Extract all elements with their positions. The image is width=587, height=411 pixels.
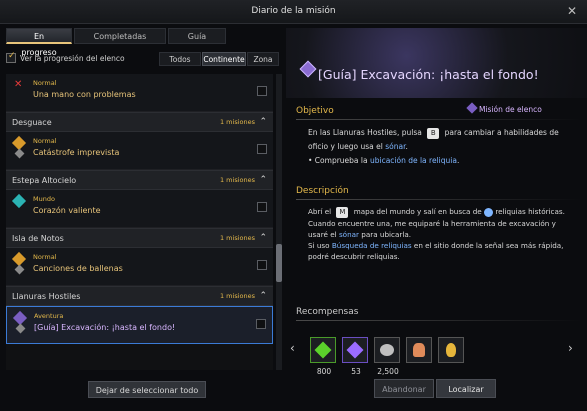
group-name: Isla de Notos xyxy=(12,234,64,243)
scrollbar-thumb[interactable] xyxy=(276,244,282,282)
objective-text: En las Llanuras Hostiles, pulsa B para c… xyxy=(308,128,559,151)
chevron-up-icon[interactable]: ⌃ xyxy=(259,117,267,127)
reward-item-icon[interactable] xyxy=(406,337,432,363)
quest-name: [Guía] Excavación: ¡hasta el fondo! xyxy=(34,323,176,332)
group-name: Llanuras Hostiles xyxy=(12,292,81,301)
reward-silver-icon[interactable]: 2,500 xyxy=(374,337,400,376)
key-b-icon: B xyxy=(427,128,440,139)
filter-continent[interactable]: Continente xyxy=(202,52,246,66)
reward-skill-icon[interactable]: 53 xyxy=(342,337,368,376)
quest-item[interactable]: Normal Canciones de ballenas xyxy=(6,248,273,286)
quest-type: Normal xyxy=(33,79,57,87)
reward-potion-icon[interactable] xyxy=(438,337,464,363)
quest-type: Normal xyxy=(33,137,57,145)
cast-mission-label: Misión de elenco xyxy=(479,105,542,114)
window-title: Diario de la misión xyxy=(251,6,336,16)
close-icon[interactable]: ✕ xyxy=(565,4,579,18)
quest-banner: [Guía] Excavación: ¡hasta el fondo! xyxy=(286,28,587,98)
quest-checkbox[interactable] xyxy=(257,260,267,270)
description-text: Abrí el M mapa del mundo y salí en busca… xyxy=(308,207,565,261)
relic-location-link[interactable]: ubicación de la reliquia xyxy=(370,156,457,165)
relic-icon xyxy=(484,207,494,217)
deselect-all-button[interactable]: Dejar de seleccionar todo xyxy=(88,381,206,398)
description-title: Descripción xyxy=(296,186,349,196)
window-titlebar: Diario de la misión ✕ xyxy=(0,0,587,24)
quest-icon xyxy=(11,251,27,278)
chevron-left-icon[interactable]: ‹ xyxy=(290,341,295,355)
guide-quest-icon xyxy=(299,60,317,78)
rewards-row: 800 53 2,500 xyxy=(306,337,566,377)
group-header-notos[interactable]: Isla de Notos 1 misiones ⌃ xyxy=(6,228,273,248)
key-m-icon: M xyxy=(336,207,349,218)
tab-completed[interactable]: Completadas xyxy=(74,28,166,44)
group-name: Estepa Altocielo xyxy=(12,176,77,185)
quest-name: Una mano con problemas xyxy=(33,90,136,99)
chevron-up-icon[interactable]: ⌃ xyxy=(259,233,267,243)
sonar-link[interactable]: sónar xyxy=(385,142,405,151)
group-count: 1 misiones xyxy=(219,118,255,126)
abandon-button[interactable]: Abandonar xyxy=(374,379,434,398)
quest-tabs: En progreso Completadas Guía xyxy=(6,28,226,57)
quest-icon xyxy=(11,135,27,162)
group-count: 1 misiones xyxy=(219,292,255,300)
reward-xp-icon[interactable]: 800 xyxy=(310,337,336,376)
quest-checkbox[interactable] xyxy=(256,319,266,329)
filter-bar: Ver la progresión del elenco Todos Conti… xyxy=(6,51,279,66)
locate-button[interactable]: Localizar xyxy=(436,379,496,398)
quest-item[interactable]: Normal Catástrofe imprevista xyxy=(6,132,273,170)
quest-title: [Guía] Excavación: ¡hasta el fondo! xyxy=(318,67,539,82)
quest-icon: ✕ xyxy=(14,79,23,90)
group-header-desguace[interactable]: Desguace 1 misiones ⌃ xyxy=(6,112,273,132)
quest-name: Canciones de ballenas xyxy=(33,264,123,273)
quest-checkbox[interactable] xyxy=(257,144,267,154)
chevron-right-icon[interactable]: › xyxy=(568,341,573,355)
quest-checkbox[interactable] xyxy=(257,202,267,212)
cast-progress-checkbox[interactable] xyxy=(6,51,16,63)
quest-type: Normal xyxy=(33,253,57,261)
quest-checkbox[interactable] xyxy=(257,86,267,96)
tab-in-progress[interactable]: En progreso xyxy=(6,28,72,57)
quest-item[interactable]: ✕ Normal Una mano con problemas xyxy=(6,74,273,112)
quest-list: ✕ Normal Una mano con problemas Desguace… xyxy=(6,74,273,370)
group-count: 1 misiones xyxy=(219,176,255,184)
group-header-llanuras[interactable]: Llanuras Hostiles 1 misiones ⌃ xyxy=(6,286,273,306)
quest-detail-panel: [Guía] Excavación: ¡hasta el fondo! Obje… xyxy=(286,28,587,411)
quest-type: Mundo xyxy=(33,195,55,203)
filter-zone[interactable]: Zona xyxy=(247,52,279,66)
quest-item-selected[interactable]: Aventura [Guía] Excavación: ¡hasta el fo… xyxy=(6,306,273,344)
rewards-title: Recompensas xyxy=(296,307,359,317)
list-scrollbar[interactable] xyxy=(276,74,282,370)
quest-name: Corazón valiente xyxy=(33,206,101,215)
chevron-up-icon[interactable]: ⌃ xyxy=(259,175,267,185)
objective-bullet: • Comprueba la ubicación de la reliquia. xyxy=(308,156,460,165)
group-header-estepa[interactable]: Estepa Altocielo 1 misiones ⌃ xyxy=(6,170,273,190)
filter-all[interactable]: Todos xyxy=(159,52,201,66)
tab-guide[interactable]: Guía xyxy=(168,28,226,44)
group-name: Desguace xyxy=(12,118,52,127)
quest-item[interactable]: Mundo Corazón valiente xyxy=(6,190,273,228)
chevron-up-icon[interactable]: ⌃ xyxy=(259,291,267,301)
quest-icon xyxy=(12,310,28,337)
divider xyxy=(296,199,581,200)
cast-progress-label: Ver la progresión del elenco xyxy=(20,54,125,63)
objective-title: Objetivo xyxy=(296,106,334,116)
divider xyxy=(296,320,581,321)
quest-name: Catástrofe imprevista xyxy=(33,148,120,157)
divider xyxy=(296,119,581,120)
quest-icon xyxy=(11,193,27,220)
group-count: 1 misiones xyxy=(219,234,255,242)
cast-mission-icon xyxy=(466,102,478,114)
quest-type: Aventura xyxy=(34,312,64,320)
